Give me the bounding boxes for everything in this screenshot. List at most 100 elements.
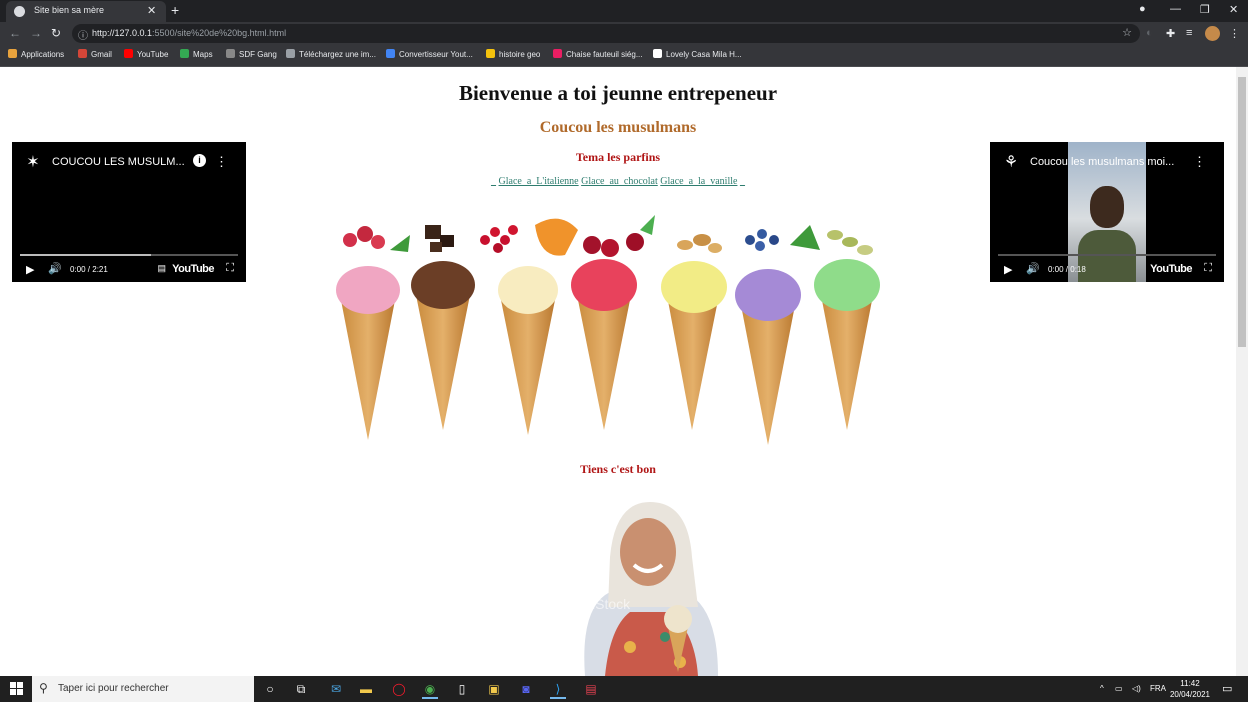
- scrollbar-thumb[interactable]: [1238, 77, 1246, 347]
- restore-icon[interactable]: ❐: [1200, 3, 1210, 16]
- record-icon[interactable]: ●: [1139, 3, 1146, 15]
- woman-with-ice-cream-image: iStock: [584, 502, 718, 676]
- bookmark-item[interactable]: Maps: [180, 49, 213, 59]
- video-title[interactable]: Coucou les musulmans moi...: [1030, 156, 1174, 168]
- cortana-icon[interactable]: ○: [262, 681, 278, 697]
- bookmark-star-icon[interactable]: ☆: [1122, 26, 1132, 39]
- bookmarks-bar: Applications Gmail YouTube Maps SDF Gang Télé…: [0, 45, 1248, 67]
- page-scrollbar[interactable]: [1236, 67, 1248, 676]
- more-icon[interactable]: ⋮: [1193, 154, 1206, 170]
- mail-icon[interactable]: ✉: [328, 681, 344, 697]
- puzzle-icon[interactable]: ✚: [1166, 27, 1175, 40]
- search-placeholder: Taper ici pour rechercher: [58, 683, 169, 694]
- video-title[interactable]: COUCOU LES MUSULM...: [52, 156, 185, 168]
- menu-icon[interactable]: ⋮: [1229, 27, 1240, 40]
- bookmark-favicon-icon: [553, 49, 562, 58]
- captions-icon[interactable]: ▤: [157, 263, 166, 274]
- more-icon[interactable]: ⋮: [215, 154, 228, 170]
- page-subtitle: Coucou les musulmans: [539, 119, 697, 136]
- youtube-logo[interactable]: YouTube: [1150, 263, 1192, 275]
- browser-toolbar: ← → ↻ ⓘ http://127.0.0.1:5500/site%20de%…: [0, 22, 1248, 45]
- bookmark-item[interactable]: Convertisseur Yout...: [386, 49, 473, 59]
- notepad-icon[interactable]: ▯: [454, 681, 470, 697]
- bookmark-favicon-icon: [8, 49, 17, 58]
- reload-icon[interactable]: ↻: [51, 26, 61, 40]
- url-text[interactable]: http://127.0.0.1:5500/site%20de%20bg.htm…: [92, 28, 286, 38]
- volume-icon[interactable]: ◁): [1132, 684, 1141, 693]
- store-icon[interactable]: ▣: [486, 681, 502, 697]
- windows-start-icon[interactable]: [10, 682, 23, 695]
- bookmark-label: histoire geo: [499, 50, 541, 59]
- bookmark-favicon-icon: [226, 49, 235, 58]
- close-tab-icon[interactable]: ✕: [147, 4, 156, 17]
- bookmark-favicon-icon: [78, 49, 87, 58]
- info-icon[interactable]: i: [193, 154, 206, 167]
- fullscreen-icon[interactable]: ⛶: [1204, 262, 1212, 275]
- progress-bar[interactable]: [20, 254, 238, 256]
- bookmark-item[interactable]: Lovely Casa Mila H...: [653, 49, 742, 59]
- youtube-logo[interactable]: YouTube: [172, 263, 214, 275]
- bookmark-item[interactable]: Téléchargez une im...: [286, 49, 376, 59]
- bookmark-item[interactable]: Applications: [8, 49, 64, 59]
- progress-bar[interactable]: [998, 254, 1216, 256]
- watermark: iStock: [592, 596, 631, 612]
- play-icon[interactable]: ▶: [1004, 263, 1012, 276]
- clock[interactable]: 11:42 20/04/2021: [1168, 678, 1212, 700]
- minimize-icon[interactable]: —: [1170, 3, 1181, 15]
- bookmark-item[interactable]: SDF Gang: [226, 49, 277, 59]
- bookmark-label: Applications: [21, 50, 65, 59]
- tab-strip: Site bien sa mère ✕ + ● — ❐ ✕: [0, 0, 1248, 22]
- link-vanille[interactable]: Glace_a_la_vanille: [660, 176, 737, 187]
- section-heading-tiens: Tiens c'est bon: [580, 462, 656, 476]
- tray-chevron-icon[interactable]: ^: [1100, 684, 1104, 693]
- bookmark-label: Gmail: [91, 50, 112, 59]
- bookmark-item[interactable]: Gmail: [78, 49, 112, 59]
- address-bar[interactable]: ⓘ http://127.0.0.1:5500/site%20de%20bg.h…: [72, 24, 1140, 43]
- link-italienne[interactable]: Glace_a_L'italienne: [499, 176, 579, 187]
- play-icon[interactable]: ▶: [26, 263, 34, 276]
- fruit-toppings: [343, 215, 873, 257]
- bookmark-item[interactable]: Chaise fauteuil siég...: [553, 49, 643, 59]
- close-window-icon[interactable]: ✕: [1229, 3, 1238, 16]
- forward-icon[interactable]: →: [30, 26, 42, 40]
- fullscreen-icon[interactable]: ⛶: [226, 262, 234, 275]
- bookmark-label: Lovely Casa Mila H...: [666, 50, 742, 59]
- extension-icon[interactable]: ◐: [1146, 27, 1153, 39]
- bookmark-favicon-icon: [286, 49, 295, 58]
- bookmark-item[interactable]: YouTube: [124, 49, 168, 59]
- task-view-icon[interactable]: ⧉: [293, 681, 309, 697]
- link-suffix[interactable]: _: [740, 176, 745, 187]
- bookmark-favicon-icon: [486, 49, 495, 58]
- opera-icon[interactable]: ◯: [391, 681, 407, 697]
- info-icon[interactable]: ⓘ: [78, 27, 88, 42]
- youtube-video-left[interactable]: ✶ COUCOU LES MUSULM... i ⋮ ▶ 🔊 0:00 / 2:…: [12, 142, 246, 282]
- youtube-video-right[interactable]: ⚘ Coucou les musulmans moi... ⋮ ▶ 🔊 0:00…: [990, 142, 1224, 282]
- bookmark-label: YouTube: [137, 50, 169, 59]
- chrome-icon[interactable]: ◉: [422, 681, 438, 699]
- vscode-icon[interactable]: ⟩: [550, 681, 566, 699]
- volume-icon[interactable]: 🔊: [1026, 262, 1040, 275]
- discord-icon[interactable]: ◙: [518, 681, 534, 697]
- bookmark-label: Convertisseur Yout...: [399, 50, 473, 59]
- language-indicator[interactable]: FRA: [1150, 684, 1166, 693]
- back-icon[interactable]: ←: [9, 26, 21, 40]
- active-tab[interactable]: Site bien sa mère ✕: [6, 1, 166, 22]
- file-explorer-icon[interactable]: ▬: [358, 681, 374, 697]
- profile-avatar[interactable]: [1205, 26, 1220, 41]
- volume-icon[interactable]: 🔊: [48, 262, 62, 275]
- link-chocolat[interactable]: Glace_au_chocolat: [581, 176, 658, 187]
- bookmark-favicon-icon: [124, 49, 133, 58]
- clock-date: 20/04/2021: [1169, 690, 1211, 699]
- page-title: Bienvenue a toi jeunne entrepeneur: [458, 81, 778, 105]
- tab-title: Site bien sa mère: [34, 5, 105, 15]
- windows-taskbar: ⚲ Taper ici pour rechercher ○ ⧉ ✉ ▬ ◯ ◉ …: [0, 676, 1248, 702]
- network-icon[interactable]: ▭: [1115, 684, 1123, 693]
- media-queue-icon[interactable]: ≡: [1186, 27, 1192, 39]
- app-icon[interactable]: ▤: [583, 681, 599, 697]
- notifications-icon[interactable]: ▭: [1222, 682, 1232, 695]
- taskbar-search[interactable]: ⚲ Taper ici pour rechercher: [32, 676, 254, 702]
- video-time: 0:00 / 0:18: [1048, 265, 1086, 274]
- bookmark-item[interactable]: histoire geo: [486, 49, 540, 59]
- new-tab-button[interactable]: +: [171, 2, 179, 18]
- link-prefix[interactable]: _: [491, 176, 496, 187]
